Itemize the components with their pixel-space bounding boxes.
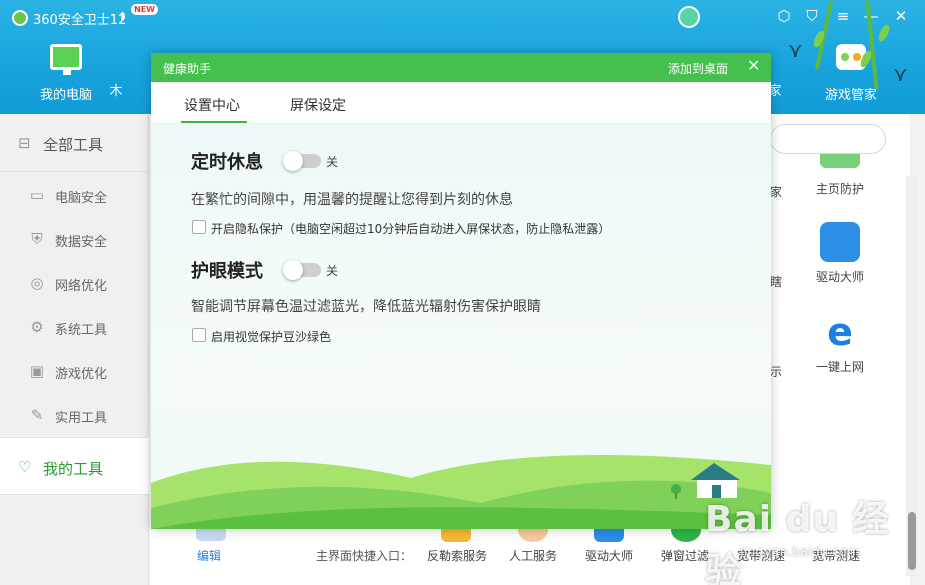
sidebar-all-tools-label: 全部工具: [43, 136, 104, 154]
computer-icon: ▭: [29, 186, 45, 204]
section-title-rest: 定时休息: [191, 152, 263, 173]
upgrade-arrow-icon[interactable]: ⬆: [118, 10, 128, 23]
swallow-icon: ⋎: [788, 38, 803, 62]
toolbox-icon: ⊟: [18, 134, 31, 152]
tool-label: 主页防护: [815, 182, 864, 196]
eye-care-description: 智能调节屏幕色温过滤蓝光，降低蓝光辐射伤害保护眼睛: [191, 299, 541, 315]
nav-my-computer[interactable]: 我的电脑: [26, 40, 106, 103]
dialog-title: 健康助手: [163, 62, 212, 76]
shirt-icon[interactable]: ⛉: [803, 7, 821, 25]
heart-icon: ♡: [18, 458, 32, 476]
sidebar-item-label: 数据安全: [55, 235, 108, 250]
gear-icon: ⚙: [30, 318, 44, 336]
search-input[interactable]: [770, 124, 886, 154]
sidebar-item-utilities[interactable]: ✎ 实用工具: [0, 393, 149, 437]
active-tab-indicator: [181, 121, 247, 123]
new-badge: NEW: [131, 4, 158, 15]
sidebar-my-tools-label: 我的工具: [43, 460, 104, 478]
tool-driver-master[interactable]: 驱动大师: [805, 222, 875, 285]
sidebar-item-label: 游戏优化: [55, 367, 108, 382]
app-logo-icon: [12, 10, 28, 26]
dialog-body: 定时休息 关 在繁忙的间隙中，用温馨的提醒让您得到片刻的休息 开启隐私保护（电脑…: [151, 124, 771, 529]
nav-label: 我的电脑: [39, 88, 92, 103]
tool-label: 一键上网: [815, 360, 864, 374]
quick-item-manual-service[interactable]: 人工服务: [509, 547, 557, 564]
edit-button[interactable]: 编辑: [197, 547, 221, 564]
section-title-eye-care: 护眼模式: [191, 261, 263, 282]
nav-game-manager[interactable]: 游戏管家: [811, 40, 891, 103]
baidu-watermark-url: jingyan.baidu.com: [740, 545, 860, 560]
add-to-desktop-link[interactable]: 添加到桌面: [668, 60, 728, 77]
tool-one-click-internet[interactable]: e 一键上网: [805, 312, 875, 375]
dialog-tabs: 设置中心 屏保设定: [151, 82, 771, 124]
sidebar-item-label: 系统工具: [55, 323, 108, 338]
skin-icon[interactable]: ⬡: [775, 7, 793, 25]
game-icon: ▣: [29, 362, 45, 380]
shield-icon: ⛨: [31, 230, 43, 248]
privacy-protection-checkbox[interactable]: [192, 220, 206, 234]
rest-toggle-state: 关: [326, 155, 339, 169]
privacy-protection-label: 开启隐私保护（电脑空闲超过10分钟后自动进入屏保状态，防止隐私泄露）: [211, 222, 611, 236]
eye-care-toggle[interactable]: [283, 260, 321, 280]
sidebar: ⊟ 全部工具 ▭ 电脑安全 ⛨ 数据安全 ◎ 网络优化 ⚙ 系统工具 ▣ 游戏优…: [0, 114, 149, 585]
tool-label: 驱动大师: [815, 270, 864, 284]
eye-care-toggle-state: 关: [326, 264, 339, 278]
tool-homepage-protection[interactable]: 主页防护: [805, 180, 875, 197]
swallow-icon: ⋎: [893, 62, 908, 86]
partial-tool-label: 瞎: [770, 275, 783, 289]
trojan-icon: [106, 40, 126, 74]
bean-green-label: 启用视觉保护豆沙绿色: [211, 330, 332, 344]
bean-green-checkbox[interactable]: [192, 328, 206, 342]
partial-tool-label: 示: [770, 365, 783, 379]
sidebar-item-label: 实用工具: [55, 411, 108, 426]
baidu-watermark: Bai du 经验: [705, 499, 890, 585]
rest-toggle[interactable]: [283, 151, 321, 171]
user-avatar[interactable]: [678, 6, 700, 28]
dialog-close-icon[interactable]: ✕: [747, 57, 760, 75]
tab-screensaver[interactable]: 屏保设定: [290, 95, 346, 115]
quick-item-driver-master[interactable]: 驱动大师: [585, 547, 633, 564]
titlebar: 360安全卫士12 ⬆ NEW ⬡ ⛉ ≡ — ✕: [0, 0, 925, 36]
driver-icon: [820, 222, 860, 262]
sidebar-item-network[interactable]: ◎ 网络优化: [0, 261, 149, 305]
quick-item-anti-ransom[interactable]: 反勒索服务: [427, 547, 487, 564]
sidebar-item-game[interactable]: ▣ 游戏优化: [0, 349, 149, 393]
sidebar-item-computer-security[interactable]: ▭ 电脑安全: [0, 173, 149, 217]
tab-settings-center[interactable]: 设置中心: [184, 95, 240, 115]
dialog-titlebar: 健康助手 添加到桌面 ✕: [151, 53, 771, 82]
sidebar-item-label: 网络优化: [55, 279, 108, 294]
nav-label: 游戏管家: [824, 88, 877, 103]
sidebar-item-data-security[interactable]: ⛨ 数据安全: [0, 217, 149, 261]
rest-description: 在繁忙的间隙中，用温馨的提醒让您得到片刻的休息: [191, 192, 513, 208]
globe-icon: ◎: [30, 274, 44, 292]
nav-label: 木: [109, 84, 123, 99]
app-title: 360安全卫士12: [33, 13, 127, 28]
menu-icon[interactable]: ≡: [834, 7, 852, 25]
sidebar-my-tools[interactable]: ♡ 我的工具: [0, 437, 149, 495]
sidebar-all-tools[interactable]: ⊟ 全部工具: [0, 114, 149, 172]
nav-trojan[interactable]: 木: [96, 40, 136, 99]
monitor-icon: [49, 44, 83, 78]
sidebar-item-label: 电脑安全: [55, 191, 108, 206]
close-icon[interactable]: ✕: [892, 7, 910, 25]
partial-tool-label: 家: [770, 185, 783, 199]
quick-entry-label: 主界面快捷入口：: [316, 549, 413, 563]
homepage-shield-icon: [820, 154, 860, 168]
health-assistant-dialog: 健康助手 添加到桌面 ✕ 设置中心 屏保设定 定时休息 关 在繁忙的间隙中，用温…: [151, 53, 771, 529]
quick-item-popup-filter[interactable]: 弹窗过滤: [661, 547, 709, 564]
wrench-icon: ✎: [30, 406, 44, 424]
sidebar-item-system-tools[interactable]: ⚙ 系统工具: [0, 305, 149, 349]
ie-icon: e: [820, 312, 860, 352]
